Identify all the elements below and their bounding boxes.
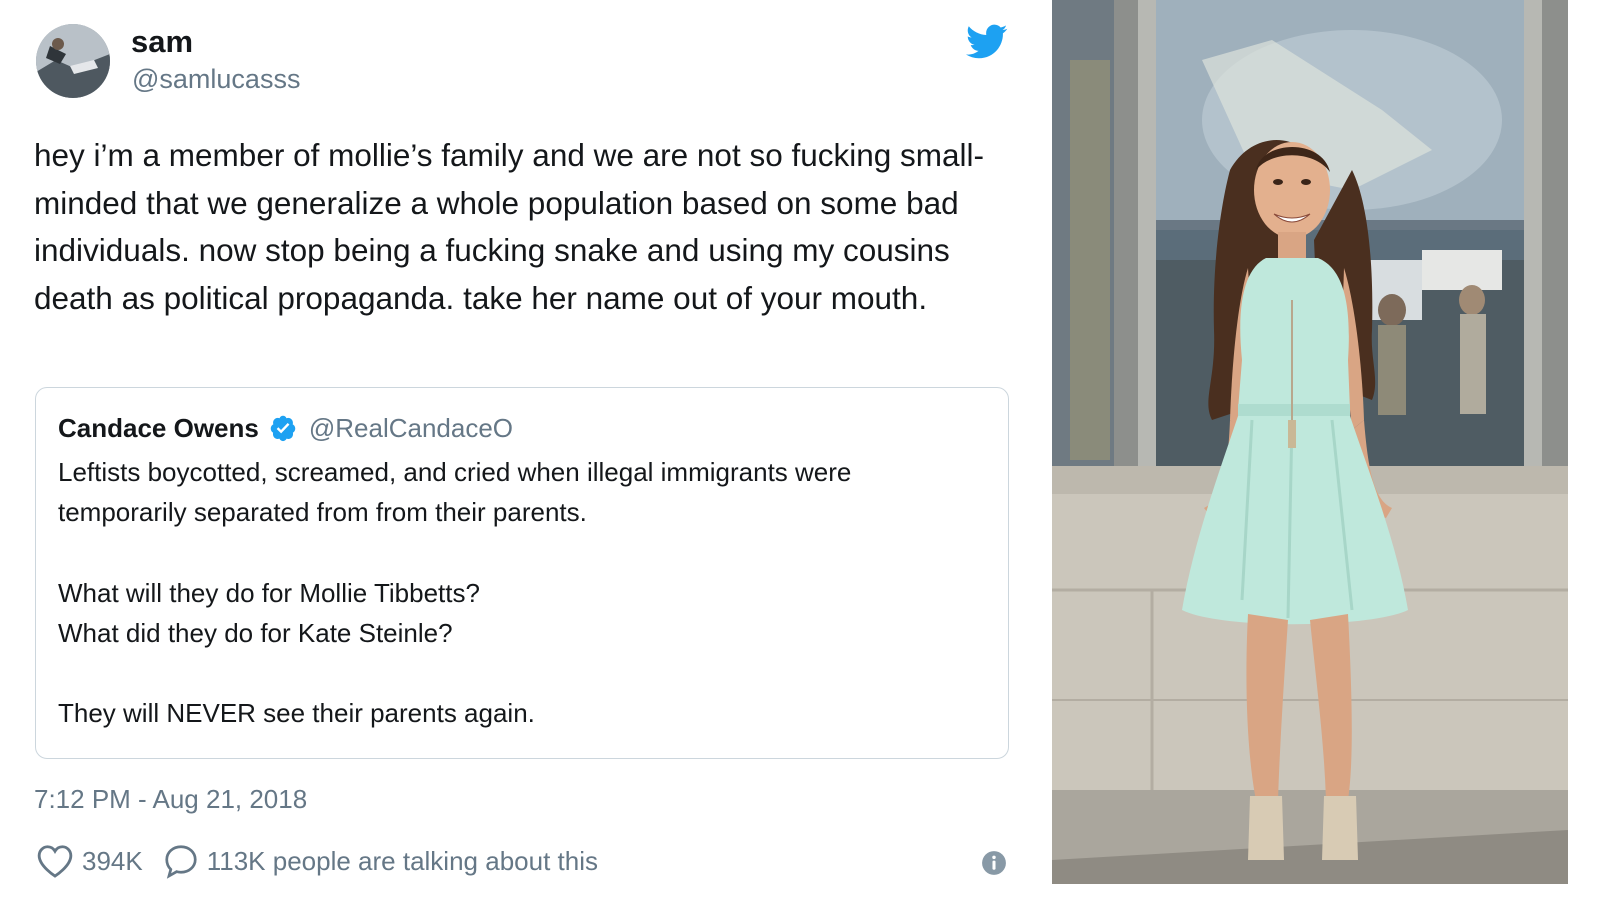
quoted-author-name: Candace Owens (58, 412, 259, 443)
photo-of-woman-in-mint-dress (1052, 0, 1568, 884)
tweet-timestamp[interactable]: 7:12 PM - Aug 21, 2018 (34, 784, 307, 815)
quoted-line: What will they do for Mollie Tibbetts? (58, 577, 480, 608)
quoted-tweet-header: Candace Owens @RealCandaceO (58, 410, 986, 446)
author-handle[interactable]: @samlucasss (132, 64, 300, 95)
author-name[interactable]: sam (131, 24, 193, 60)
tweet-actions: 394K 113K people are talking about this (36, 840, 598, 882)
verified-badge-icon (270, 415, 296, 442)
conversation-link[interactable]: 113K people are talking about this (207, 846, 598, 877)
quoted-line: What did they do for Kate Steinle? (58, 617, 453, 648)
quoted-line: temporarily separated from from their pa… (58, 497, 587, 528)
tweet-card: sam @samlucasss hey i’m a member of moll… (0, 0, 1052, 900)
quoted-tweet[interactable]: Candace Owens @RealCandaceO Leftists boy… (35, 387, 1009, 759)
page-margin-bottom (1052, 884, 1600, 900)
heart-icon[interactable] (36, 843, 74, 879)
quoted-tweet-text: Leftists boycotted, screamed, and cried … (58, 452, 986, 733)
twitter-bird-icon[interactable] (966, 24, 1008, 60)
photo-image (1052, 0, 1568, 884)
page-margin-right (1568, 0, 1600, 900)
avatar[interactable] (36, 24, 110, 98)
info-icon[interactable] (981, 850, 1007, 876)
quoted-line: Leftists boycotted, screamed, and cried … (58, 457, 852, 487)
speech-bubble-icon[interactable] (163, 843, 199, 879)
quoted-line: They will NEVER see their parents again. (58, 698, 535, 729)
tweet-text: hey i’m a member of mollie’s family and … (34, 137, 985, 316)
quoted-author-handle: @RealCandaceO (308, 412, 514, 443)
like-count[interactable]: 394K (82, 846, 143, 877)
